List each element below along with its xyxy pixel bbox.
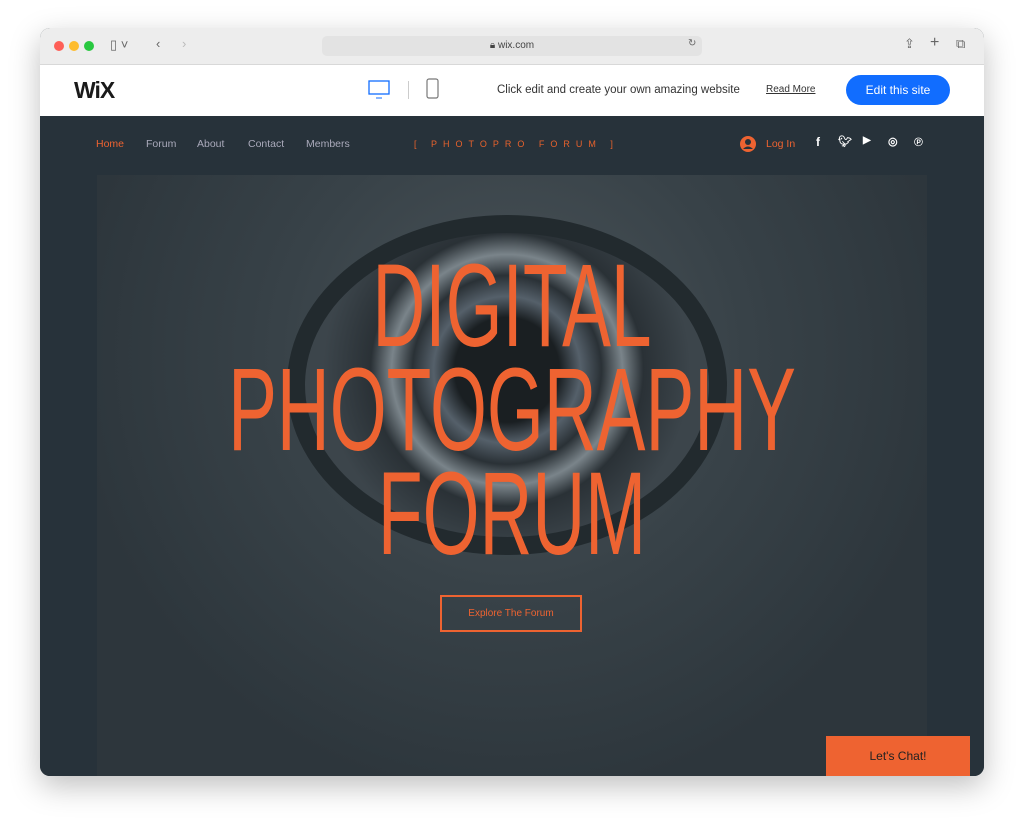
tabs-overview-icon[interactable]: ⧉ xyxy=(956,36,965,52)
chat-button[interactable]: Let's Chat! xyxy=(826,736,970,776)
nav-forum[interactable]: Forum xyxy=(146,138,176,150)
maximize-button[interactable] xyxy=(84,41,94,51)
pinterest-icon[interactable]: ℗ xyxy=(914,135,923,149)
minimize-button[interactable] xyxy=(69,41,79,51)
instagram-icon[interactable]: ◎ xyxy=(888,135,898,148)
hero-title-line-3: FORUM xyxy=(377,448,647,580)
browser-window: ▯ ˅ ‹ › 🔒︎ wix.com ↻ ⇪ + ⧉ WiX Click edi… xyxy=(40,28,984,776)
explore-forum-button[interactable]: Explore The Forum xyxy=(440,595,582,632)
edit-site-button[interactable]: Edit this site xyxy=(846,75,950,105)
twitter-icon[interactable]: 🐦︎ xyxy=(838,135,852,148)
nav-about[interactable]: About xyxy=(197,138,224,150)
forward-icon[interactable]: › xyxy=(182,36,186,51)
mobile-view-icon[interactable] xyxy=(426,78,440,100)
divider xyxy=(408,81,409,99)
site-brand[interactable]: [ PHOTOPRO FORUM ] xyxy=(414,139,619,149)
sidebar-icon[interactable]: ▯ ˅ xyxy=(110,37,128,53)
site-page: Home Forum About Contact Members [ PHOTO… xyxy=(40,116,984,776)
login-link[interactable]: Log In xyxy=(766,138,795,150)
read-more-link[interactable]: Read More xyxy=(766,84,815,95)
youtube-icon[interactable]: ▶ xyxy=(863,135,871,146)
url-text: wix.com xyxy=(497,40,535,51)
reload-icon[interactable]: ↻ xyxy=(688,38,696,49)
nav-members[interactable]: Members xyxy=(306,138,350,150)
address-bar[interactable]: 🔒︎ wix.com xyxy=(322,36,702,56)
hero-title-line-2: PHOTOGRAPHY xyxy=(228,344,796,476)
wix-logo[interactable]: WiX xyxy=(74,77,115,104)
close-button[interactable] xyxy=(54,41,64,51)
lock-icon: 🔒︎ xyxy=(489,40,496,51)
desktop-view-icon[interactable] xyxy=(368,80,390,100)
browser-toolbar: ▯ ˅ ‹ › 🔒︎ wix.com ↻ ⇪ + ⧉ xyxy=(40,28,984,65)
share-icon[interactable]: ⇪ xyxy=(904,36,915,52)
back-icon[interactable]: ‹ xyxy=(156,36,160,51)
hero-title-line-1: DIGITAL xyxy=(372,240,652,372)
facebook-icon[interactable]: f xyxy=(816,135,820,149)
banner-message: Click edit and create your own amazing w… xyxy=(497,84,740,96)
nav-home[interactable]: Home xyxy=(96,138,124,150)
user-avatar-icon[interactable] xyxy=(740,136,756,152)
nav-contact[interactable]: Contact xyxy=(248,138,284,150)
wix-banner: WiX Click edit and create your own amazi… xyxy=(40,65,984,116)
new-tab-icon[interactable]: + xyxy=(930,34,939,52)
